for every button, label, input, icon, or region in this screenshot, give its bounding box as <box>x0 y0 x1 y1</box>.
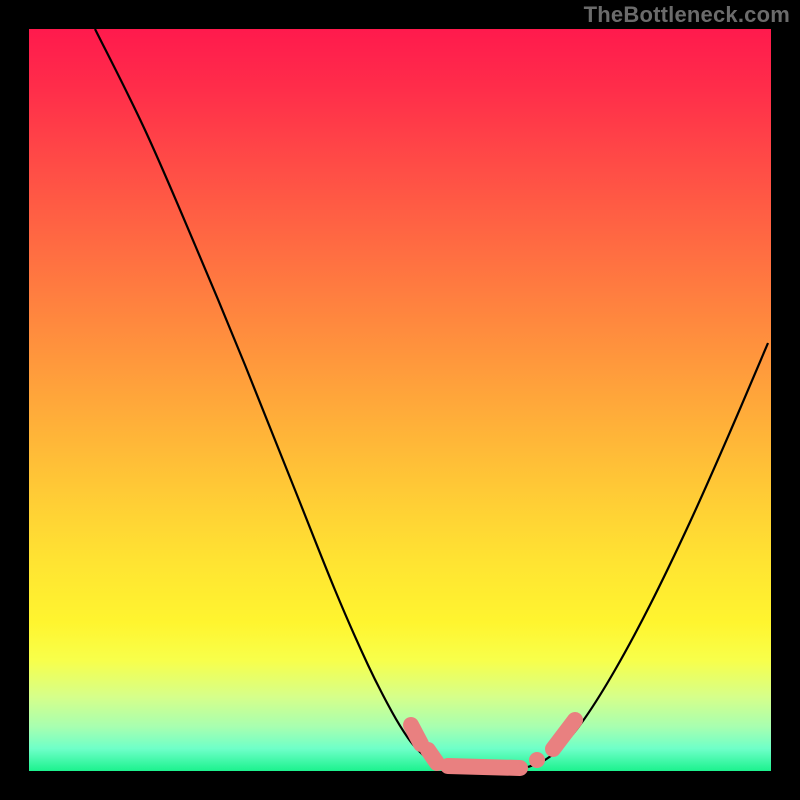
curve-group <box>95 29 768 769</box>
curve-left <box>95 29 444 767</box>
curve-right <box>528 343 768 767</box>
marker-group <box>411 720 575 768</box>
marker-capsule <box>428 750 437 763</box>
marker-capsule <box>448 766 520 768</box>
marker-dot <box>529 752 545 768</box>
chart-overlay <box>0 0 800 800</box>
marker-capsule <box>553 720 575 749</box>
marker-capsule <box>411 725 421 744</box>
